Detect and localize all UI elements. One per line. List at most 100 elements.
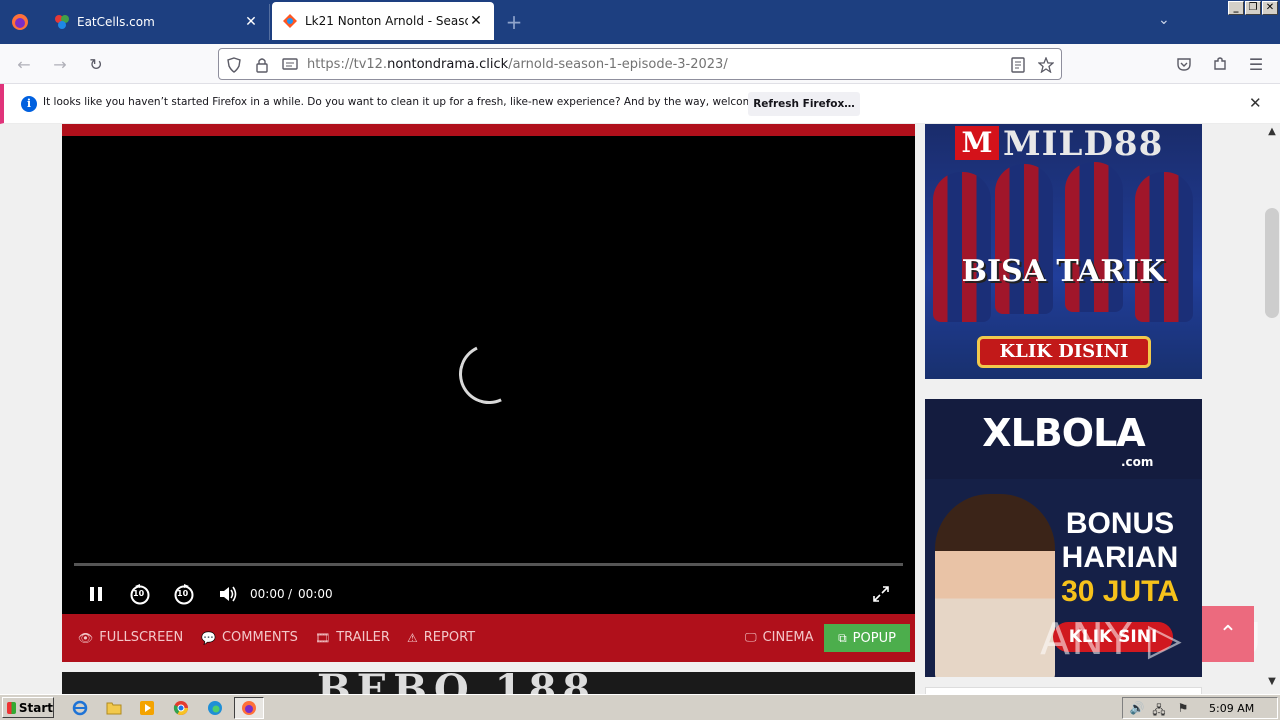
lock-icon[interactable]	[253, 56, 271, 74]
model-image	[935, 494, 1055, 677]
video-player[interactable]: 10 10 00:00 / 00:00	[62, 136, 915, 614]
close-tab-icon[interactable]: ✕	[243, 14, 259, 30]
notification-text: It looks like you haven’t started Firefo…	[43, 96, 792, 108]
firefox-menu-icon[interactable]	[8, 10, 32, 34]
volume-icon[interactable]	[216, 582, 240, 606]
app-menu-icon[interactable]: ☰	[1244, 52, 1268, 76]
tracking-shield-icon[interactable]	[225, 56, 243, 74]
eye-icon: 👁	[78, 630, 94, 645]
back-arrow-icon[interactable]: ←	[12, 52, 36, 76]
restore-window-icon[interactable]: ❐	[1245, 1, 1261, 15]
close-notification-icon[interactable]: ✕	[1249, 94, 1262, 112]
tab-title: Lk21 Nonton Arnold - Season 1 Episode 3	[305, 14, 468, 28]
trailer-button[interactable]: 🎞 TRAILER	[315, 630, 390, 645]
fullscreen-button[interactable]: 👁 FULLSCREEN	[78, 630, 183, 645]
minimize-window-icon[interactable]: _	[1228, 1, 1244, 15]
new-tab-button[interactable]: +	[504, 10, 524, 34]
forward-arrow-icon[interactable]: →	[48, 52, 72, 76]
close-window-icon[interactable]: ✕	[1262, 1, 1278, 15]
list-all-tabs-icon[interactable]: ⌄	[1158, 12, 1170, 28]
edge-icon[interactable]	[205, 698, 225, 718]
tab-eatcells[interactable]: EatCells.com ✕	[44, 4, 270, 40]
firefox-icon[interactable]	[239, 698, 259, 718]
report-label: REPORT	[423, 630, 476, 645]
cinema-button[interactable]: 🖵 CINEMA	[745, 630, 814, 645]
duration: 00:00	[298, 587, 333, 601]
tab-lk21[interactable]: Lk21 Nonton Arnold - Season 1 Episode 3 …	[272, 2, 494, 40]
rewind-seconds: 10	[133, 589, 145, 598]
page-scrollbar[interactable]: ▲ ▼	[1264, 124, 1280, 694]
report-button[interactable]: ⚠ REPORT	[407, 630, 475, 645]
fullscreen-expand-icon[interactable]	[870, 582, 892, 606]
comment-icon: 💬	[201, 630, 216, 645]
xlbola-logo: XLBOLA	[982, 411, 1145, 455]
url-prefix: https://tv12.	[307, 57, 388, 72]
current-time: 00:00	[250, 587, 285, 601]
bottom-banner-ad[interactable]: BEBO 188	[62, 672, 915, 694]
forward-10-icon[interactable]: 10	[172, 582, 196, 606]
reader-view-icon[interactable]	[1009, 56, 1027, 74]
page-info-icon[interactable]	[281, 56, 299, 74]
notification-bar: i It looks like you haven’t started Fire…	[0, 84, 1280, 124]
tab-title: EatCells.com	[77, 15, 155, 29]
film-icon: 🎞	[315, 630, 331, 645]
scroll-up-arrow-icon[interactable]: ▲	[1264, 126, 1280, 140]
footballer-image	[1065, 162, 1123, 312]
system-tray: 🔊 🖧 ⚑ 5:09 AM	[1122, 697, 1278, 719]
comments-button[interactable]: 💬 COMMENTS	[201, 630, 298, 645]
ie-icon[interactable]	[70, 698, 90, 718]
media-player-icon[interactable]	[137, 698, 157, 718]
extensions-icon[interactable]	[1208, 52, 1232, 76]
refresh-firefox-button[interactable]: Refresh Firefox…	[748, 92, 860, 116]
tab-bar: EatCells.com ✕ Lk21 Nonton Arnold - Seas…	[0, 0, 1280, 44]
footballer-image	[995, 164, 1053, 314]
chevron-up-icon: ⌃	[1218, 621, 1238, 647]
scroll-down-arrow-icon[interactable]: ▼	[1264, 676, 1280, 690]
scroll-thumb[interactable]	[1265, 208, 1279, 318]
popup-button[interactable]: ⧉ POPUP	[824, 624, 910, 652]
fullscreen-label: FULLSCREEN	[99, 630, 184, 645]
windows-flag-icon	[7, 701, 16, 714]
rewind-10-icon[interactable]: 10	[128, 582, 152, 606]
back-to-top-button[interactable]: ⌃	[1202, 606, 1254, 662]
loading-spinner-icon	[450, 335, 528, 413]
page-content: 10 10 00:00 / 00:00 👁 FULLSCREEN 💬 COMMENT…	[0, 124, 1264, 694]
bookmark-star-icon[interactable]	[1037, 56, 1055, 74]
mild88-ad[interactable]: MILD88 M BISA TARIK KLIK DISINI	[925, 124, 1202, 379]
start-label: Start	[18, 700, 53, 715]
url-text[interactable]: https://tv12.nontondrama.click/arnold-se…	[307, 57, 728, 72]
promo-line-1: BONUS	[1065, 507, 1175, 540]
folder-icon[interactable]	[104, 698, 124, 718]
pocket-icon[interactable]	[1172, 52, 1196, 76]
mild88-headline: BISA TARIK	[961, 254, 1166, 289]
footballer-image	[1135, 172, 1193, 322]
chrome-icon[interactable]	[171, 698, 191, 718]
network-icon[interactable]: 🖧	[1151, 701, 1167, 717]
bottom-banner-text: BEBO 188	[317, 672, 596, 694]
url-bar[interactable]: https://tv12.nontondrama.click/arnold-se…	[218, 48, 1062, 80]
info-icon: i	[21, 96, 37, 112]
player-top-strip	[62, 124, 915, 136]
lk21-favicon-icon	[282, 13, 298, 29]
footballer-image	[933, 172, 991, 322]
eatcells-favicon-icon	[54, 14, 70, 30]
trailer-label: TRAILER	[336, 630, 390, 645]
warning-icon: ⚠	[407, 630, 418, 645]
promo-line-3: 30 JUTA	[1061, 575, 1179, 608]
pause-icon[interactable]	[86, 582, 106, 606]
time-separator: /	[288, 587, 293, 601]
next-ad-slot	[925, 687, 1202, 694]
start-button[interactable]: Start	[2, 697, 54, 718]
progress-bar[interactable]	[74, 563, 903, 566]
speaker-icon[interactable]: 🔊	[1129, 701, 1145, 717]
windows-taskbar: Start 🔊 🖧 ⚑ 5:09 AM	[0, 694, 1280, 720]
flag-icon[interactable]: ⚑	[1175, 701, 1191, 717]
monitor-icon: 🖵	[745, 630, 757, 644]
clock: 5:09 AM	[1209, 702, 1255, 715]
navigation-bar: ← → ↻ https://tv12.nontondrama.click/arn…	[0, 44, 1280, 84]
reload-icon[interactable]: ↻	[84, 52, 108, 76]
forward-seconds: 10	[177, 589, 189, 598]
mild88-cta-button[interactable]: KLIK DISINI	[977, 336, 1151, 368]
url-path: /arnold-season-1-episode-3-2023/	[508, 57, 728, 72]
close-tab-icon[interactable]: ✕	[468, 13, 484, 29]
